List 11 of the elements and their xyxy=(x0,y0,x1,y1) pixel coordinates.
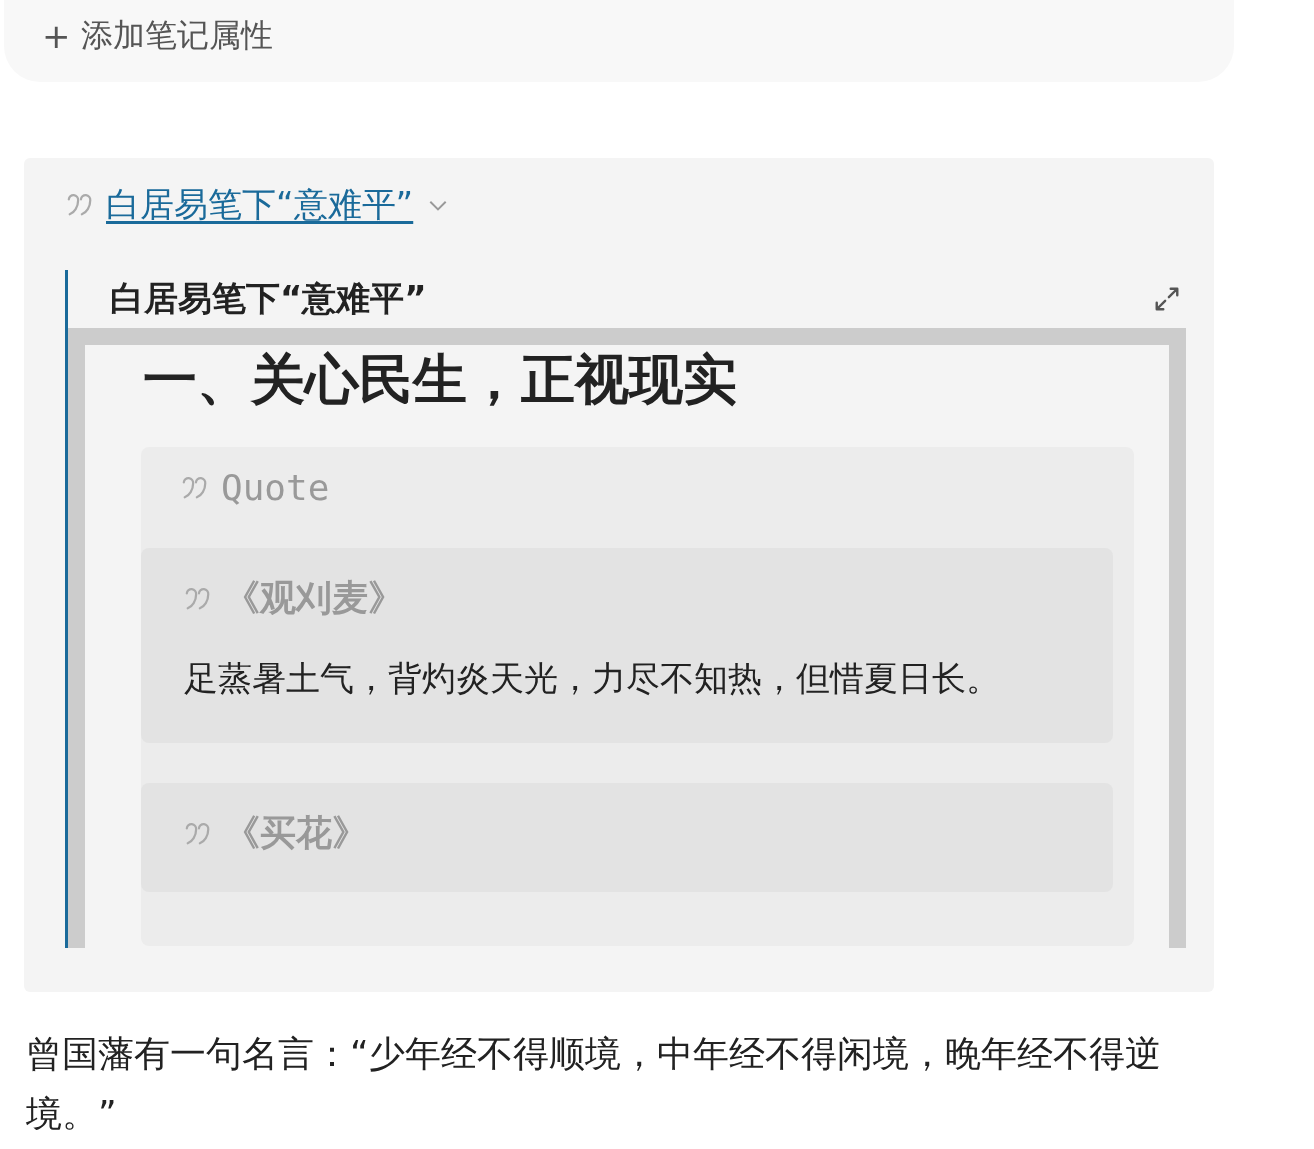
poem-text: 足蒸暑土气，背灼炎天光，力尽不知热，但惜夏日长。 xyxy=(184,657,1001,700)
callout-title: Quote xyxy=(221,467,330,508)
add-property-button[interactable]: + 添加笔记属性 xyxy=(38,14,277,58)
callout-title: 《观刈麦》 xyxy=(224,576,404,620)
embed-title: 白居易笔下“意难平” xyxy=(110,277,428,320)
callout-title: 《买花》 xyxy=(224,811,368,855)
note-link[interactable]: 白居易笔下“意难平” xyxy=(106,182,414,228)
plus-icon: + xyxy=(42,19,71,53)
expand-icon[interactable] xyxy=(1153,285,1181,313)
section-heading: 一、关心民生，正视现实 xyxy=(143,347,738,413)
paragraph-text: 曾国藩有一句名言：“少年经不得顺境，中年经不得闲境，晚年经不得逆境。” xyxy=(26,1032,1162,1136)
